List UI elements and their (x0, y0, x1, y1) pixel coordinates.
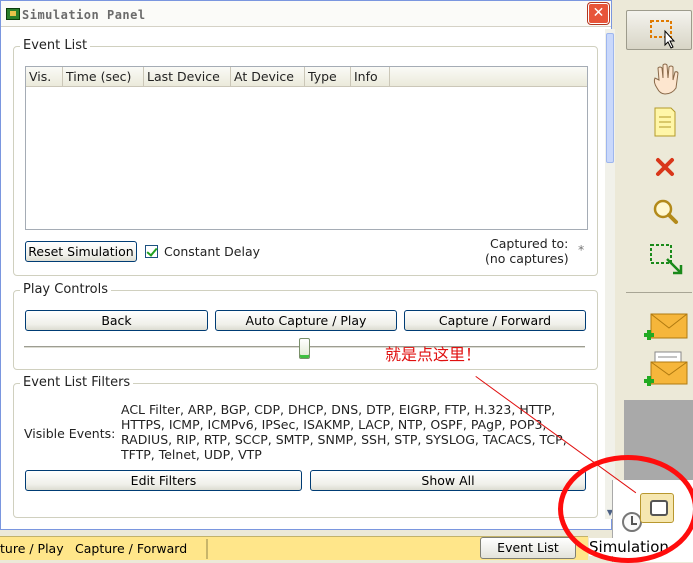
back-button[interactable]: Back (25, 310, 208, 331)
simple-pdu-envelope-icon (644, 313, 688, 340)
constant-delay-checkbox[interactable] (145, 245, 158, 258)
hand-icon (653, 63, 679, 95)
complex-pdu-envelope-icon (644, 351, 688, 386)
select-icon (650, 20, 676, 49)
event-filters-legend: Event List Filters (20, 375, 134, 390)
close-button[interactable]: ✕ (588, 3, 609, 24)
title-bar[interactable]: Simulation Panel ✕ (1, 1, 611, 27)
move-layout-tool-button[interactable] (626, 57, 692, 97)
capture-forward-button[interactable]: Capture / Forward (404, 310, 586, 331)
captured-to-value: (no captures) (485, 251, 569, 266)
status-capture-forward[interactable]: Capture / Forward (75, 541, 187, 556)
visible-events-label: Visible Events: (24, 426, 116, 441)
captured-asterisk: * (578, 242, 585, 257)
play-speed-slider-thumb[interactable] (298, 338, 310, 359)
app-icon (6, 8, 20, 20)
delete-x-icon (656, 158, 674, 176)
add-complex-pdu-button[interactable] (626, 347, 692, 387)
status-divider (206, 539, 208, 559)
column-info[interactable]: Info (351, 67, 390, 86)
play-controls-legend: Play Controls (20, 282, 112, 297)
add-simple-pdu-button[interactable] (626, 303, 692, 343)
column-at-device[interactable]: At Device (231, 67, 305, 86)
column-type[interactable]: Type (305, 67, 351, 86)
magnifier-icon (653, 199, 678, 224)
column-vis[interactable]: Vis. (26, 67, 63, 86)
simulation-panel: Simulation Panel ✕ ▼ Event List Vis. Tim… (0, 0, 615, 530)
note-icon (654, 107, 676, 137)
auto-capture-play-button[interactable]: Auto Capture / Play (215, 310, 397, 331)
resize-shape-tool-button[interactable] (626, 236, 692, 276)
place-note-tool-button[interactable] (626, 101, 692, 141)
event-list-toggle-button[interactable]: Event List (480, 537, 576, 559)
scrollbar-thumb[interactable] (606, 33, 614, 163)
toolbar-separator (626, 292, 692, 293)
play-controls-group: Play Controls Back Auto Capture / Play C… (13, 282, 598, 370)
reset-simulation-button[interactable]: Reset Simulation (25, 241, 137, 262)
event-table-header: Vis. Time (sec) Last Device At Device Ty… (26, 67, 587, 87)
column-last-device[interactable]: Last Device (144, 67, 231, 86)
event-list-filters-group: Event List Filters Visible Events: ACL F… (13, 375, 598, 518)
column-time[interactable]: Time (sec) (63, 67, 144, 86)
annotation-circle (558, 455, 693, 563)
annotation-text: 就是点这里！ (385, 345, 482, 364)
select-tool-button[interactable] (626, 10, 692, 50)
window-title: Simulation Panel (22, 8, 146, 22)
show-all-button[interactable]: Show All (310, 470, 586, 491)
vertical-scrollbar[interactable]: ▼ (605, 29, 615, 519)
status-auto-capture-play[interactable]: ture / Play (0, 541, 64, 556)
edit-filters-button[interactable]: Edit Filters (25, 470, 302, 491)
delete-tool-button[interactable] (626, 146, 692, 186)
event-list-group: Event List Vis. Time (sec) Last Device A… (13, 38, 598, 276)
constant-delay-label: Constant Delay (164, 244, 261, 259)
event-list-legend: Event List (20, 38, 91, 53)
common-tools-bar (624, 0, 693, 400)
inspect-tool-button[interactable] (626, 190, 692, 230)
resize-icon (650, 244, 683, 275)
captured-to-label: Captured to: (490, 236, 569, 251)
event-table[interactable]: Vis. Time (sec) Last Device At Device Ty… (25, 66, 588, 230)
